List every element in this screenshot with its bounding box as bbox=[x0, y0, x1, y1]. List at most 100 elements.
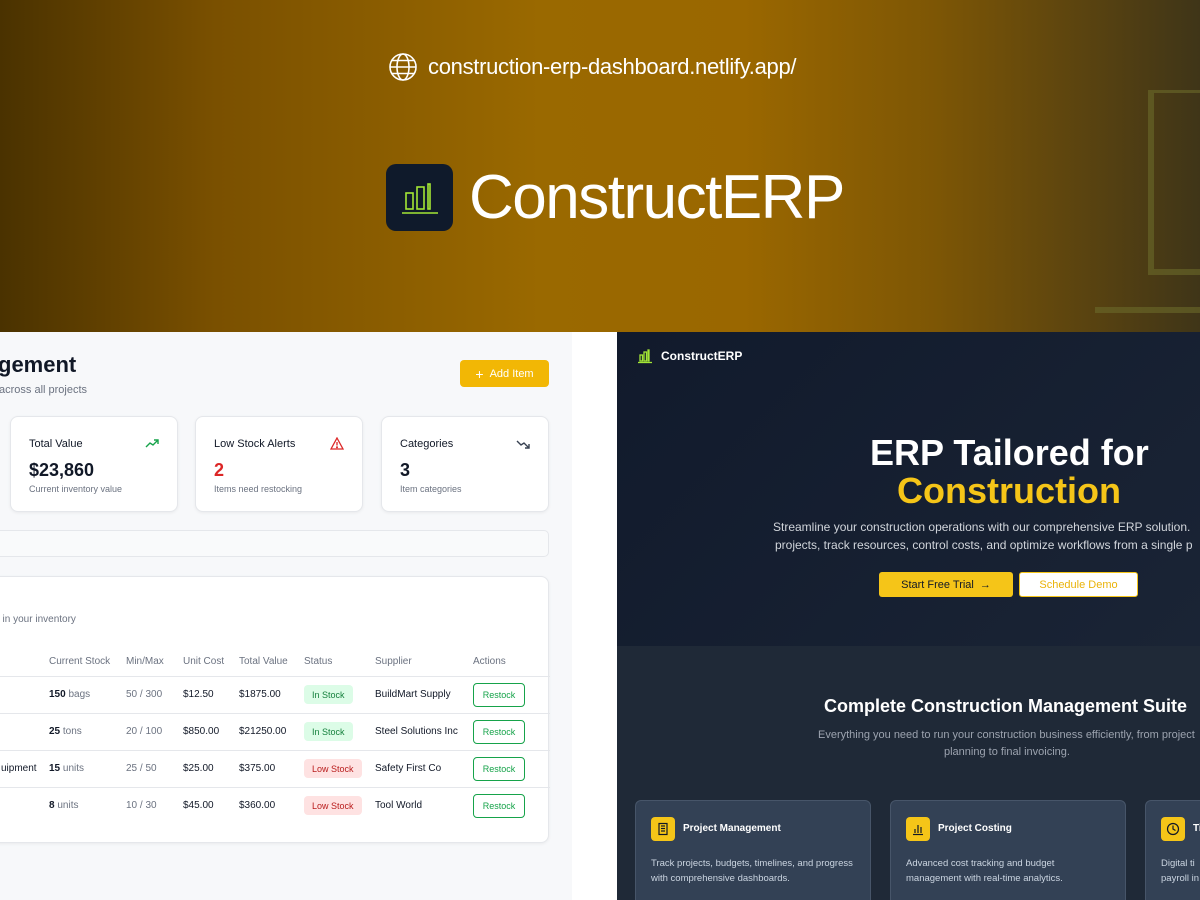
min-max: 25 / 50 bbox=[126, 763, 157, 774]
stat-desc: Items need restocking bbox=[214, 484, 303, 494]
hero-banner: construction-erp-dashboard.netlify.app/ … bbox=[0, 0, 1200, 332]
total-value: $1875.00 bbox=[239, 689, 281, 700]
feature-card-project-costing[interactable]: Project Costing Advanced cost tracking a… bbox=[890, 800, 1126, 900]
status-badge: In Stock bbox=[304, 722, 353, 741]
section-title: Complete Construction Management Suite bbox=[824, 696, 1188, 716]
trending-down-icon bbox=[516, 440, 530, 449]
current-stock: 150 bags bbox=[49, 689, 90, 700]
total-value: $21250.00 bbox=[239, 726, 287, 737]
feature-desc-2: management with real-time analytics. bbox=[906, 873, 1063, 884]
supplier: Safety First Co bbox=[375, 763, 442, 774]
stat-label: Low Stock Alerts bbox=[214, 438, 296, 450]
feature-desc-1: Digital ti bbox=[1161, 858, 1195, 869]
schedule-demo-button[interactable]: Schedule Demo bbox=[1019, 572, 1138, 597]
nav-brand-name: ConstructERP bbox=[661, 349, 743, 363]
panel-divider bbox=[572, 332, 617, 900]
item-name: uipment bbox=[1, 763, 37, 774]
add-item-button[interactable]: + Add Item bbox=[460, 360, 549, 387]
landing-nav-brand[interactable]: ConstructERP bbox=[637, 348, 742, 364]
stock-unit: units bbox=[57, 800, 79, 811]
table-subtitle: t in your inventory bbox=[0, 614, 76, 625]
inventory-panel: gement across all projects + Add Item To… bbox=[0, 332, 572, 900]
status-badge: Low Stock bbox=[304, 759, 362, 778]
stock-qty: 150 bbox=[49, 689, 66, 700]
hero-url-text: construction-erp-dashboard.netlify.app/ bbox=[428, 54, 797, 79]
feature-desc-2: payroll in bbox=[1161, 873, 1200, 884]
stock-unit: units bbox=[62, 763, 85, 774]
bar-chart-icon bbox=[401, 182, 438, 214]
min-max: 10 / 30 bbox=[126, 800, 157, 811]
brand-logo bbox=[386, 164, 453, 231]
current-stock: 8 units bbox=[49, 800, 78, 811]
stat-card-categories: Categories 3 Item categories bbox=[381, 416, 549, 512]
stat-card-total-value: Total Value $23,860 Current inventory va… bbox=[10, 416, 178, 512]
current-stock: 15 units bbox=[49, 763, 84, 774]
column-header-actions: Actions bbox=[473, 656, 506, 667]
unit-cost: $25.00 bbox=[183, 763, 214, 774]
total-value: $360.00 bbox=[239, 800, 276, 811]
restock-button[interactable]: Restock bbox=[473, 794, 525, 818]
stat-desc: Current inventory value bbox=[29, 484, 123, 494]
stock-qty: 8 bbox=[49, 800, 55, 811]
supplier: Tool World bbox=[375, 800, 423, 811]
hero-url: construction-erp-dashboard.netlify.app/ bbox=[388, 52, 797, 82]
status-badge: Low Stock bbox=[304, 796, 362, 815]
decorative-frame bbox=[1095, 90, 1200, 313]
unit-cost: $850.00 bbox=[183, 726, 220, 737]
feature-desc-2: with comprehensive dashboards. bbox=[651, 873, 790, 884]
table-row: 8 units 10 / 30 $45.00 $360.00 Low Stock… bbox=[0, 787, 550, 824]
restock-button[interactable]: Restock bbox=[473, 683, 525, 707]
lead-line-1: Streamline your construction operations … bbox=[773, 520, 1191, 534]
building-icon bbox=[651, 817, 675, 841]
feature-desc-1: Advanced cost tracking and budget bbox=[906, 858, 1055, 869]
stat-label: Total Value bbox=[29, 438, 83, 450]
search-filter-bar[interactable] bbox=[0, 530, 549, 557]
section-subtitle-1: Everything you need to run your construc… bbox=[818, 729, 1195, 741]
supplier: BuildMart Supply bbox=[375, 689, 451, 700]
start-free-trial-label: Start Free Trial bbox=[901, 578, 974, 591]
globe-icon bbox=[389, 53, 417, 81]
column-header-current-stock: Current Stock bbox=[49, 656, 111, 667]
stock-qty: 25 bbox=[49, 726, 61, 737]
restock-button[interactable]: Restock bbox=[473, 757, 525, 781]
stat-value: 2 bbox=[214, 460, 225, 480]
landing-panel: ConstructERP ERP Tailored for Constructi… bbox=[617, 332, 1200, 900]
column-header-min-max: Min/Max bbox=[126, 656, 164, 667]
plus-icon: + bbox=[475, 365, 484, 382]
unit-cost: $12.50 bbox=[183, 689, 214, 700]
unit-cost: $45.00 bbox=[183, 800, 214, 811]
stock-qty: 15 bbox=[49, 763, 61, 774]
headline-line-1: ERP Tailored for bbox=[870, 432, 1149, 473]
arrow-right-icon: → bbox=[979, 578, 991, 591]
headline-line-2: Construction bbox=[897, 470, 1121, 511]
add-item-label: Add Item bbox=[489, 367, 534, 380]
start-free-trial-button[interactable]: Start Free Trial → bbox=[879, 572, 1013, 597]
clock-icon bbox=[1161, 817, 1185, 841]
inventory-table: t in your inventory Current Stock Min/Ma… bbox=[0, 576, 550, 843]
stat-desc: Item categories bbox=[400, 484, 462, 494]
hero-brand: ConstructERP bbox=[386, 162, 845, 232]
page-title: gement bbox=[0, 352, 77, 377]
feature-desc-1: Track projects, budgets, timelines, and … bbox=[651, 858, 853, 869]
stat-value: 3 bbox=[400, 460, 411, 480]
stat-card-low-stock: Low Stock Alerts 2 Items need restocking bbox=[195, 416, 363, 512]
feature-title: Project Costing bbox=[938, 823, 1012, 834]
current-stock: 25 tons bbox=[49, 726, 82, 737]
alert-triangle-icon bbox=[330, 437, 344, 450]
restock-button[interactable]: Restock bbox=[473, 720, 525, 744]
column-header-supplier: Supplier bbox=[375, 656, 412, 667]
stock-unit: tons bbox=[62, 726, 82, 737]
section-subtitle-2: planning to final invoicing. bbox=[944, 746, 1070, 758]
bar-chart-icon bbox=[906, 817, 930, 841]
lead-line-2: projects, track resources, control costs… bbox=[775, 538, 1193, 552]
table-row: uipment 15 units 25 / 50 $25.00 $375.00 … bbox=[0, 750, 550, 787]
table-row: 25 tons 20 / 100 $850.00 $21250.00 In St… bbox=[0, 713, 550, 750]
brand-name: ConstructERP bbox=[469, 162, 845, 232]
total-value: $375.00 bbox=[239, 763, 276, 774]
column-header-unit-cost: Unit Cost bbox=[183, 656, 225, 667]
feature-card-project-management[interactable]: Project Management Track projects, budge… bbox=[635, 800, 871, 900]
min-max: 20 / 100 bbox=[126, 726, 163, 737]
page-subtitle: across all projects bbox=[0, 384, 88, 396]
feature-card-time-tracking[interactable]: Ti Digital ti payroll in bbox=[1145, 800, 1200, 900]
feature-title: Project Management bbox=[683, 823, 781, 834]
